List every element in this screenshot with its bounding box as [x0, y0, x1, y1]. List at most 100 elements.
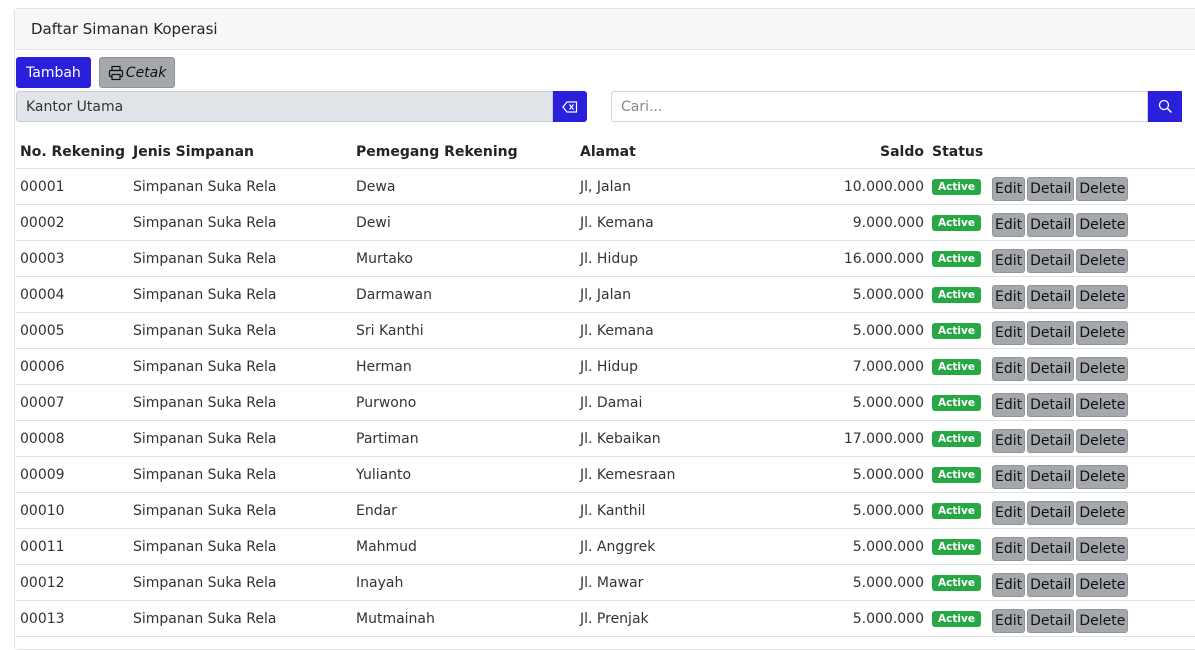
- detail-button[interactable]: Detail: [1027, 285, 1075, 309]
- delete-button[interactable]: Delete: [1076, 177, 1129, 201]
- savings-type-cell: Simpanan Suka Rela: [129, 312, 352, 349]
- status-badge: Active: [932, 359, 981, 375]
- status-badge: Active: [932, 539, 981, 555]
- status-cell: Active: [928, 312, 988, 349]
- edit-button[interactable]: Edit: [992, 537, 1026, 561]
- account-holder-cell: Dewa: [352, 168, 576, 205]
- account-number-cell: 00010: [16, 492, 129, 529]
- actions-cell: Edit Detail Delete: [988, 420, 1195, 457]
- detail-button[interactable]: Detail: [1027, 249, 1075, 273]
- address-cell: Jl, Jalan: [576, 276, 776, 313]
- status-cell: Active: [928, 204, 988, 241]
- table-row: 00009 Simpanan Suka Rela Yulianto Jl. Kemes…: [16, 456, 1195, 493]
- account-number-cell: 00003: [16, 240, 129, 277]
- edit-button[interactable]: Edit: [992, 501, 1026, 525]
- detail-button[interactable]: Detail: [1027, 573, 1075, 597]
- delete-button[interactable]: Delete: [1076, 609, 1129, 633]
- backspace-icon: [562, 100, 578, 113]
- address-cell: Jl. Kanthil: [576, 492, 776, 529]
- print-button[interactable]: Cetak: [98, 57, 176, 88]
- account-number-cell: 00004: [16, 276, 129, 313]
- delete-button[interactable]: Delete: [1076, 537, 1129, 561]
- detail-button[interactable]: Detail: [1027, 429, 1075, 453]
- branch-select[interactable]: Kantor Utama: [16, 91, 553, 122]
- delete-button[interactable]: Delete: [1076, 501, 1129, 525]
- edit-button[interactable]: Edit: [992, 285, 1026, 309]
- account-number-cell: 00009: [16, 456, 129, 493]
- account-holder-cell: Yulianto: [352, 456, 576, 493]
- edit-button[interactable]: Edit: [992, 465, 1026, 489]
- delete-button[interactable]: Delete: [1076, 393, 1129, 417]
- page-title: Daftar Simanan Koperasi: [31, 20, 218, 38]
- balance-cell: 5.000.000: [776, 276, 928, 313]
- edit-button[interactable]: Edit: [992, 321, 1026, 345]
- detail-button[interactable]: Detail: [1027, 393, 1075, 417]
- status-badge: Active: [932, 503, 981, 519]
- actions-cell: Edit Detail Delete: [988, 240, 1195, 277]
- table-row: 00006 Simpanan Suka Rela Herman Jl. Hidup 7.…: [16, 348, 1195, 385]
- edit-button[interactable]: Edit: [992, 609, 1026, 633]
- delete-button[interactable]: Delete: [1076, 429, 1129, 453]
- table-row: 00004 Simpanan Suka Rela Darmawan Jl, Jalan…: [16, 276, 1195, 313]
- status-badge: Active: [932, 215, 981, 231]
- delete-button[interactable]: Delete: [1076, 321, 1129, 345]
- col-header-no-rekening: No. Rekening: [16, 136, 129, 169]
- savings-type-cell: Simpanan Suka Rela: [129, 348, 352, 385]
- actions-cell: Edit Detail Delete: [988, 204, 1195, 241]
- add-button[interactable]: Tambah: [16, 57, 91, 88]
- address-cell: Jl. Kebaikan: [576, 420, 776, 457]
- search-input[interactable]: [611, 91, 1148, 122]
- savings-type-cell: Simpanan Suka Rela: [129, 492, 352, 529]
- table-row: 00013 Simpanan Suka Rela Mutmainah Jl. Pren…: [16, 600, 1195, 637]
- actions-cell: Edit Detail Delete: [988, 492, 1195, 529]
- status-cell: Active: [928, 348, 988, 385]
- account-number-cell: 00013: [16, 600, 129, 637]
- account-holder-cell: Herman: [352, 348, 576, 385]
- detail-button[interactable]: Detail: [1027, 321, 1075, 345]
- account-holder-cell: Purwono: [352, 384, 576, 421]
- account-number-cell: 00005: [16, 312, 129, 349]
- balance-cell: 5.000.000: [776, 492, 928, 529]
- actions-cell: Edit Detail Delete: [988, 384, 1195, 421]
- col-header-status: Status: [928, 136, 988, 169]
- edit-button[interactable]: Edit: [992, 249, 1026, 273]
- detail-button[interactable]: Detail: [1027, 357, 1075, 381]
- delete-button[interactable]: Delete: [1076, 573, 1129, 597]
- table-row: 00010 Simpanan Suka Rela Endar Jl. Kanthil 5…: [16, 492, 1195, 529]
- delete-button[interactable]: Delete: [1076, 465, 1129, 489]
- edit-button[interactable]: Edit: [992, 357, 1026, 381]
- status-cell: Active: [928, 600, 988, 637]
- edit-button[interactable]: Edit: [992, 393, 1026, 417]
- savings-type-cell: Simpanan Suka Rela: [129, 276, 352, 313]
- account-holder-cell: Dewi: [352, 204, 576, 241]
- balance-cell: 7.000.000: [776, 348, 928, 385]
- delete-button[interactable]: Delete: [1076, 249, 1129, 273]
- balance-cell: 5.000.000: [776, 600, 928, 637]
- edit-button[interactable]: Edit: [992, 429, 1026, 453]
- detail-button[interactable]: Detail: [1027, 177, 1075, 201]
- col-header-alamat: Alamat: [576, 136, 776, 169]
- detail-button[interactable]: Detail: [1027, 609, 1075, 633]
- status-badge: Active: [932, 575, 981, 591]
- actions-cell: Edit Detail Delete: [988, 312, 1195, 349]
- search-button[interactable]: [1148, 91, 1182, 122]
- edit-button[interactable]: Edit: [992, 213, 1026, 237]
- edit-button[interactable]: Edit: [992, 177, 1026, 201]
- detail-button[interactable]: Detail: [1027, 213, 1075, 237]
- delete-button[interactable]: Delete: [1076, 285, 1129, 309]
- balance-cell: 5.000.000: [776, 312, 928, 349]
- detail-button[interactable]: Detail: [1027, 465, 1075, 489]
- detail-button[interactable]: Detail: [1027, 501, 1075, 525]
- balance-cell: 5.000.000: [776, 528, 928, 565]
- account-holder-cell: Partiman: [352, 420, 576, 457]
- delete-button[interactable]: Delete: [1076, 357, 1129, 381]
- savings-type-cell: Simpanan Suka Rela: [129, 528, 352, 565]
- detail-button[interactable]: Detail: [1027, 537, 1075, 561]
- table-row: 00005 Simpanan Suka Rela Sri Kanthi Jl. Kem…: [16, 312, 1195, 349]
- clear-branch-button[interactable]: [553, 91, 587, 122]
- edit-button[interactable]: Edit: [992, 573, 1026, 597]
- table-row: 00002 Simpanan Suka Rela Dewi Jl. Kemana 9.0…: [16, 204, 1195, 241]
- status-badge: Active: [932, 179, 981, 195]
- delete-button[interactable]: Delete: [1076, 213, 1129, 237]
- balance-cell: 16.000.000: [776, 240, 928, 277]
